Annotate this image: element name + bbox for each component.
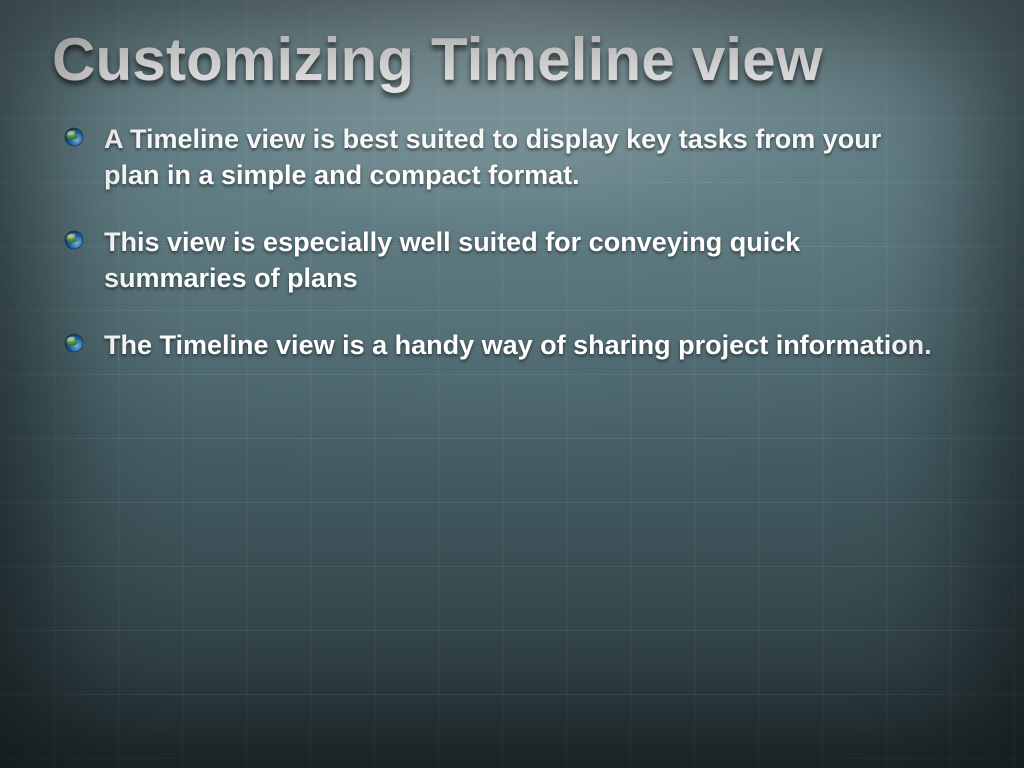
list-item: The Timeline view is a handy way of shar… [64,327,944,363]
globe-icon [64,230,84,250]
bullet-text: A Timeline view is best suited to displa… [104,124,881,190]
slide-content: Customizing Timeline view [0,0,1024,433]
globe-icon [64,127,84,147]
slide-title: Customizing Timeline view [52,28,972,91]
list-item: A Timeline view is best suited to displa… [64,121,944,194]
bullet-text: The Timeline view is a handy way of shar… [104,330,932,360]
globe-icon [64,333,84,353]
bullet-text: This view is especially well suited for … [104,227,800,293]
list-item: This view is especially well suited for … [64,224,944,297]
bullet-list: A Timeline view is best suited to displa… [52,121,972,363]
